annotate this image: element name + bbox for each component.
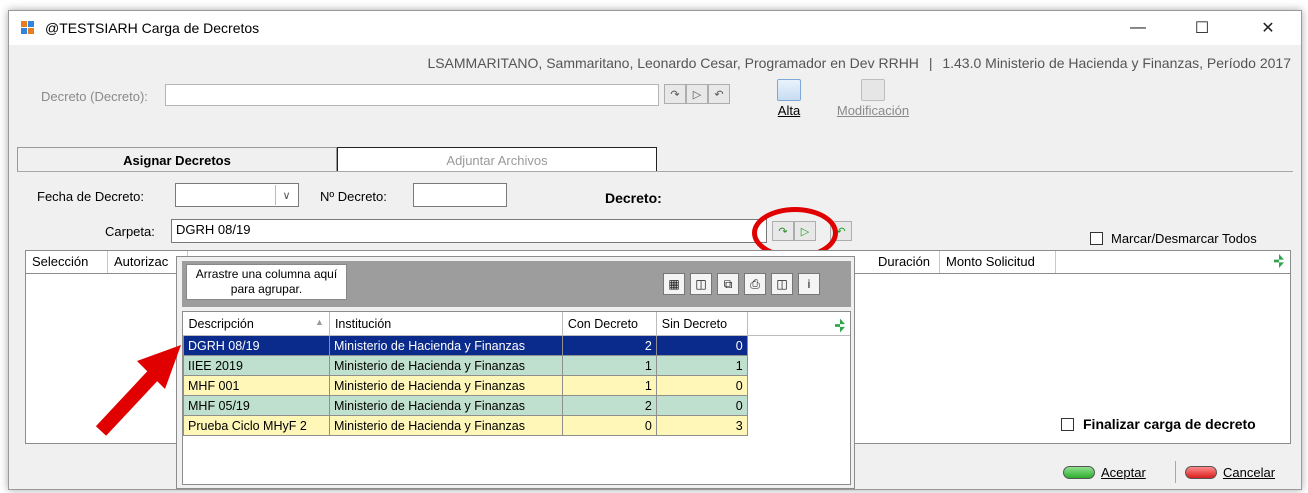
- accept-icon: [1063, 465, 1095, 479]
- carpeta-input[interactable]: DGRH 08/19: [171, 219, 767, 243]
- carpeta-table: Descripción ▲ Institución Con Decreto Sin…: [182, 311, 851, 485]
- minimize-button[interactable]: —: [1115, 11, 1161, 45]
- modificacion-label: Modificación: [836, 103, 910, 118]
- maximize-button[interactable]: ☐: [1179, 11, 1225, 45]
- tab-asignar-decretos[interactable]: Asignar Decretos: [17, 147, 337, 172]
- title-bar: @TESTSIARH Carga de Decretos — ☐ ✕: [9, 11, 1301, 45]
- decreto-search-input[interactable]: [165, 84, 659, 106]
- alta-button[interactable]: Alta: [769, 79, 809, 118]
- search-pick-icon[interactable]: ↷: [664, 84, 686, 104]
- cell-spacer: [747, 355, 850, 376]
- undo-icon[interactable]: ↶: [708, 84, 730, 104]
- info-icon[interactable]: i: [798, 273, 820, 295]
- fecha-label: Fecha de Decreto:: [37, 189, 144, 204]
- aceptar-label: Aceptar: [1101, 464, 1146, 480]
- col-descripcion[interactable]: Descripción ▲: [183, 312, 330, 336]
- version-info: 1.43.0 Ministerio de Hacienda y Finanzas…: [942, 55, 1291, 71]
- col-seleccion[interactable]: Selección: [26, 251, 108, 273]
- new-document-icon: [777, 79, 801, 101]
- columns-icon[interactable]: ▦: [663, 273, 685, 295]
- marcar-todos-label: Marcar/Desmarcar Todos: [1111, 231, 1257, 246]
- finalizar-checkbox[interactable]: [1061, 418, 1074, 431]
- marcar-todos-checkbox[interactable]: [1090, 232, 1103, 245]
- cell-institucion: Ministerio de Hacienda y Finanzas: [328, 355, 563, 376]
- decreto-label: Decreto:: [605, 190, 662, 206]
- col-duracion[interactable]: Duración: [872, 251, 940, 273]
- cell-sin-decreto: 0: [655, 335, 748, 356]
- table-row[interactable]: IIEE 2019 Ministerio de Hacienda y Finanz…: [183, 355, 850, 376]
- cell-descripcion: IIEE 2019: [183, 355, 330, 376]
- col-con-decreto[interactable]: Con Decreto: [562, 312, 657, 336]
- col-monto-solicitud[interactable]: Monto Solicitud: [940, 251, 1056, 273]
- cell-sin-decreto: 1: [655, 355, 748, 376]
- cell-institucion: Ministerio de Hacienda y Finanzas: [328, 415, 563, 436]
- edit-icon: [861, 79, 885, 101]
- table-row[interactable]: MHF 05/19 Ministerio de Hacienda y Finanz…: [183, 395, 850, 416]
- cell-institucion: Ministerio de Hacienda y Finanzas: [328, 375, 563, 396]
- modificacion-button[interactable]: Modificación: [823, 79, 923, 118]
- cell-spacer: [747, 375, 850, 396]
- cell-institucion: Ministerio de Hacienda y Finanzas: [328, 395, 563, 416]
- cell-con-decreto: 1: [561, 355, 657, 376]
- export-icon[interactable]: ◫: [771, 273, 793, 295]
- table-row[interactable]: MHF 001 Ministerio de Hacienda y Finanzas…: [183, 375, 850, 396]
- finalizar-label: Finalizar carga de decreto: [1083, 416, 1256, 432]
- column-chooser-icon[interactable]: [1274, 254, 1284, 268]
- chevron-down-icon[interactable]: ∨: [275, 185, 297, 205]
- cell-descripcion: MHF 001: [183, 375, 330, 396]
- column-chooser-icon[interactable]: [835, 318, 845, 333]
- app-icon: [21, 21, 35, 35]
- cell-spacer: [747, 415, 850, 436]
- carpeta-label: Carpeta:: [105, 224, 155, 239]
- decreto-search-label: Decreto (Decreto):: [41, 89, 148, 104]
- cancelar-label: Cancelar: [1223, 464, 1276, 480]
- alta-label: Alta: [777, 103, 801, 118]
- cancelar-button[interactable]: Cancelar: [1185, 461, 1275, 483]
- user-info: LSAMMARITANO, Sammaritano, Leonardo Cesa…: [427, 55, 919, 71]
- print-icon[interactable]: ⎙: [744, 273, 766, 295]
- main-window: @TESTSIARH Carga de Decretos — ☐ ✕ LSAMM…: [8, 10, 1302, 490]
- col-chooser[interactable]: [747, 312, 850, 336]
- aceptar-button[interactable]: Aceptar: [1063, 461, 1146, 483]
- close-button[interactable]: ✕: [1245, 11, 1291, 45]
- cell-sin-decreto: 3: [655, 415, 748, 436]
- cancel-icon: [1185, 465, 1217, 479]
- cell-descripcion: Prueba Ciclo MHyF 2: [183, 415, 330, 436]
- cell-con-decreto: 2: [561, 395, 657, 416]
- info-separator: |: [928, 55, 933, 71]
- col-sin-decreto[interactable]: Sin Decreto: [656, 312, 748, 336]
- table-row[interactable]: DGRH 08/19 Ministerio de Hacienda y Finan…: [183, 335, 850, 356]
- cell-descripcion: DGRH 08/19: [183, 335, 330, 356]
- list-play-icon[interactable]: ▷: [686, 84, 708, 104]
- group-hint: Arrastre una columna aquí para agrupar.: [186, 264, 347, 300]
- annotation-arrow: [95, 345, 181, 436]
- window-title: @TESTSIARH Carga de Decretos: [45, 20, 260, 36]
- session-info: LSAMMARITANO, Sammaritano, Leonardo Cesa…: [427, 55, 1291, 71]
- cell-spacer: [747, 335, 850, 356]
- copy-icon[interactable]: ⧉: [717, 273, 739, 295]
- sort-asc-icon: ▲: [315, 316, 324, 327]
- group-by-panel[interactable]: Arrastre una columna aquí para agrupar. …: [182, 261, 851, 307]
- cell-con-decreto: 1: [561, 375, 657, 396]
- numero-input[interactable]: [413, 183, 507, 207]
- tab-adjuntar-archivos[interactable]: Adjuntar Archivos: [337, 147, 657, 172]
- footer-separator: [1175, 461, 1176, 483]
- tab-underline: [17, 171, 1293, 172]
- cell-con-decreto: 0: [561, 415, 657, 436]
- cell-descripcion: MHF 05/19: [183, 395, 330, 416]
- filter-columns-icon[interactable]: ◫: [690, 273, 712, 295]
- carpeta-dropdown-popup: Arrastre una columna aquí para agrupar. …: [176, 256, 855, 489]
- cell-con-decreto: 2: [561, 335, 657, 356]
- table-row[interactable]: Prueba Ciclo MHyF 2 Ministerio de Haciend…: [183, 415, 850, 436]
- col-institucion[interactable]: Institución: [329, 312, 563, 336]
- cell-sin-decreto: 0: [655, 395, 748, 416]
- cell-spacer: [747, 395, 850, 416]
- cell-sin-decreto: 0: [655, 375, 748, 396]
- numero-label: Nº Decreto:: [320, 189, 387, 204]
- cell-institucion: Ministerio de Hacienda y Finanzas: [328, 335, 563, 356]
